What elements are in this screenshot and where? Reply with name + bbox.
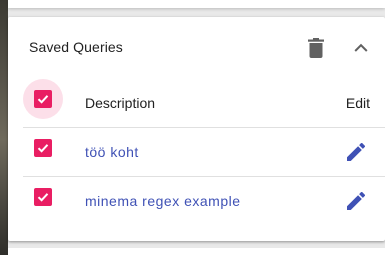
trash-icon [308,38,324,58]
saved-queries-panel: Saved Queries Description Edit töö koht … [8,17,385,241]
checkmark-icon [37,95,49,104]
pencil-icon [347,143,365,161]
background-image-edge [0,0,8,255]
chevron-up-icon [354,43,368,52]
collapse-button[interactable] [348,34,374,60]
row-checkbox[interactable] [23,128,63,168]
description-column-header: Description [85,95,156,111]
saved-queries-table: Description Edit töö koht minema regex e… [23,79,385,225]
query-description-link[interactable]: töö koht [85,144,139,160]
table-row: minema regex example [23,177,385,225]
edit-button[interactable] [344,189,368,213]
next-card-edge [8,248,385,255]
panel-title: Saved Queries [29,39,123,55]
table-row: töö koht [23,128,385,177]
panel-header[interactable]: Saved Queries [8,17,385,79]
table-header-row: Description Edit [23,79,385,128]
checkmark-icon [37,193,49,202]
edit-column-header: Edit [345,95,370,111]
query-description-link[interactable]: minema regex example [85,193,241,209]
checkmark-icon [37,144,49,153]
pencil-icon [347,192,365,210]
previous-card-edge [8,0,385,8]
edit-button[interactable] [344,140,368,164]
row-checkbox[interactable] [23,177,63,217]
delete-button[interactable] [302,34,330,62]
select-all-checkbox[interactable] [23,79,63,119]
